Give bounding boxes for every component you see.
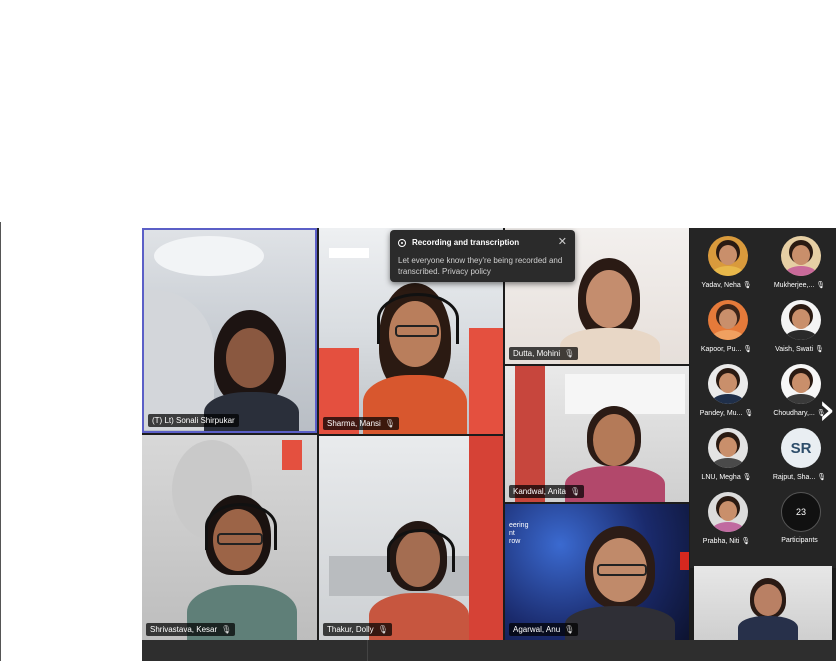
participant-name: Sharma, Mansi bbox=[327, 419, 381, 428]
meeting-stage: (T) Lt) Sonali Shirpukar Sharma, Mansi 🎙 bbox=[142, 228, 836, 661]
participant-name: Yadav, Neha bbox=[701, 282, 741, 289]
record-icon bbox=[398, 239, 406, 247]
participant-video bbox=[738, 578, 798, 640]
participant-tile[interactable]: Yadav, Neha 🎙 bbox=[690, 228, 763, 292]
avatar bbox=[708, 300, 748, 340]
mic-icon: 🎙 bbox=[221, 625, 232, 634]
participant-name: Prabha, Niti bbox=[702, 538, 740, 545]
notice-body: Let everyone know they're being recorded… bbox=[398, 256, 563, 276]
participant-video bbox=[187, 495, 297, 640]
participant-name: LNU, Megha bbox=[701, 474, 741, 481]
participant-tile[interactable]: Vaish, Swati 🎙 bbox=[763, 292, 836, 356]
avatar bbox=[708, 364, 748, 404]
participant-nameplate: (T) Lt) Sonali Shirpukar bbox=[148, 414, 239, 427]
avatar bbox=[708, 236, 748, 276]
mic-icon: 🎙 bbox=[742, 474, 752, 481]
participants-count-button[interactable]: 23 Participants bbox=[763, 484, 836, 548]
participant-name: (T) Lt) Sonali Shirpukar bbox=[152, 416, 235, 425]
bottom-bar bbox=[142, 640, 836, 661]
avatar bbox=[708, 428, 748, 468]
participant-nameplate: Shrivastava, Kesar 🎙 bbox=[146, 623, 236, 636]
video-tile[interactable]: Thakur, Dolly 🎙 bbox=[319, 436, 503, 640]
video-tile[interactable]: (T) Lt) Sonali Shirpukar bbox=[142, 228, 317, 433]
participant-name: Vaish, Swati bbox=[775, 346, 814, 353]
participant-nameplate: Kandwal, Anita 🎙 bbox=[509, 485, 585, 498]
participant-nameplate: Sharma, Mansi 🎙 bbox=[323, 417, 399, 430]
avatar bbox=[708, 492, 748, 532]
window-edge bbox=[0, 222, 1, 661]
video-tile[interactable]: eering nt row Agarwal, Anu 🎙 bbox=[505, 504, 689, 640]
participant-tile[interactable]: Prabha, Niti 🎙 bbox=[690, 484, 763, 548]
close-icon[interactable]: ✕ bbox=[558, 235, 567, 248]
mic-icon: 🎙 bbox=[815, 346, 824, 353]
mic-icon: 🎙 bbox=[569, 487, 581, 496]
screen-text: eering nt row bbox=[509, 522, 529, 545]
participant-name: Thakur, Dolly bbox=[327, 625, 374, 634]
mic-icon: 🎙 bbox=[564, 349, 575, 358]
mic-icon: 🎙 bbox=[741, 538, 751, 545]
recording-notice: Recording and transcription ✕ Let everyo… bbox=[390, 230, 575, 282]
participant-name: Mukherjee,... bbox=[773, 282, 815, 289]
self-view-tile[interactable] bbox=[694, 566, 832, 640]
participant-name: Pandey, Mu... bbox=[699, 410, 743, 417]
participant-tile[interactable]: LNU, Megha 🎙 bbox=[690, 420, 763, 484]
video-tile[interactable]: Kandwal, Anita 🎙 bbox=[505, 366, 689, 502]
participant-name: Kandwal, Anita bbox=[513, 487, 566, 496]
avatar bbox=[781, 236, 821, 276]
notice-title: Recording and transcription bbox=[412, 238, 520, 247]
participant-nameplate: Thakur, Dolly 🎙 bbox=[323, 623, 392, 636]
participant-video bbox=[565, 526, 675, 640]
mic-icon: 🎙 bbox=[743, 346, 753, 353]
participants-panel: Yadav, Neha 🎙 Mukherjee,... 🎙 Kapoor, Pu… bbox=[690, 228, 836, 568]
participant-count: 23 bbox=[781, 492, 821, 532]
participant-nameplate: Agarwal, Anu 🎙 bbox=[509, 623, 579, 636]
video-tile[interactable]: Shrivastava, Kesar 🎙 bbox=[142, 435, 317, 640]
participant-name: Rajput, Sha... bbox=[772, 474, 816, 481]
mic-icon: 🎙 bbox=[742, 282, 752, 289]
participant-name: Shrivastava, Kesar bbox=[150, 625, 218, 634]
mic-icon: 🎙 bbox=[744, 410, 754, 417]
divider bbox=[367, 640, 368, 661]
participant-name: Dutta, Mohini bbox=[513, 349, 561, 358]
participants-label: Participants bbox=[781, 537, 818, 544]
initials-avatar: SR bbox=[781, 428, 821, 468]
participant-name: Kapoor, Pu... bbox=[700, 346, 742, 353]
mic-icon: 🎙 bbox=[817, 474, 827, 481]
mic-icon: 🎙 bbox=[377, 625, 388, 634]
participant-name: Agarwal, Anu bbox=[513, 625, 561, 634]
mic-icon: 🎙 bbox=[384, 419, 395, 428]
mic-icon: 🎙 bbox=[816, 282, 826, 289]
avatar bbox=[781, 364, 821, 404]
participant-tile[interactable]: Pandey, Mu... 🎙 bbox=[690, 356, 763, 420]
participant-nameplate: Dutta, Mohini 🎙 bbox=[509, 347, 579, 360]
participant-tile[interactable]: Kapoor, Pu... 🎙 bbox=[690, 292, 763, 356]
participant-video bbox=[359, 283, 469, 434]
participant-name: Choudhary,... bbox=[773, 410, 815, 417]
mic-icon: 🎙 bbox=[564, 625, 575, 634]
chevron-right-icon[interactable]: › bbox=[818, 388, 836, 432]
avatar bbox=[781, 300, 821, 340]
participant-tile[interactable]: Mukherjee,... 🎙 bbox=[763, 228, 836, 292]
